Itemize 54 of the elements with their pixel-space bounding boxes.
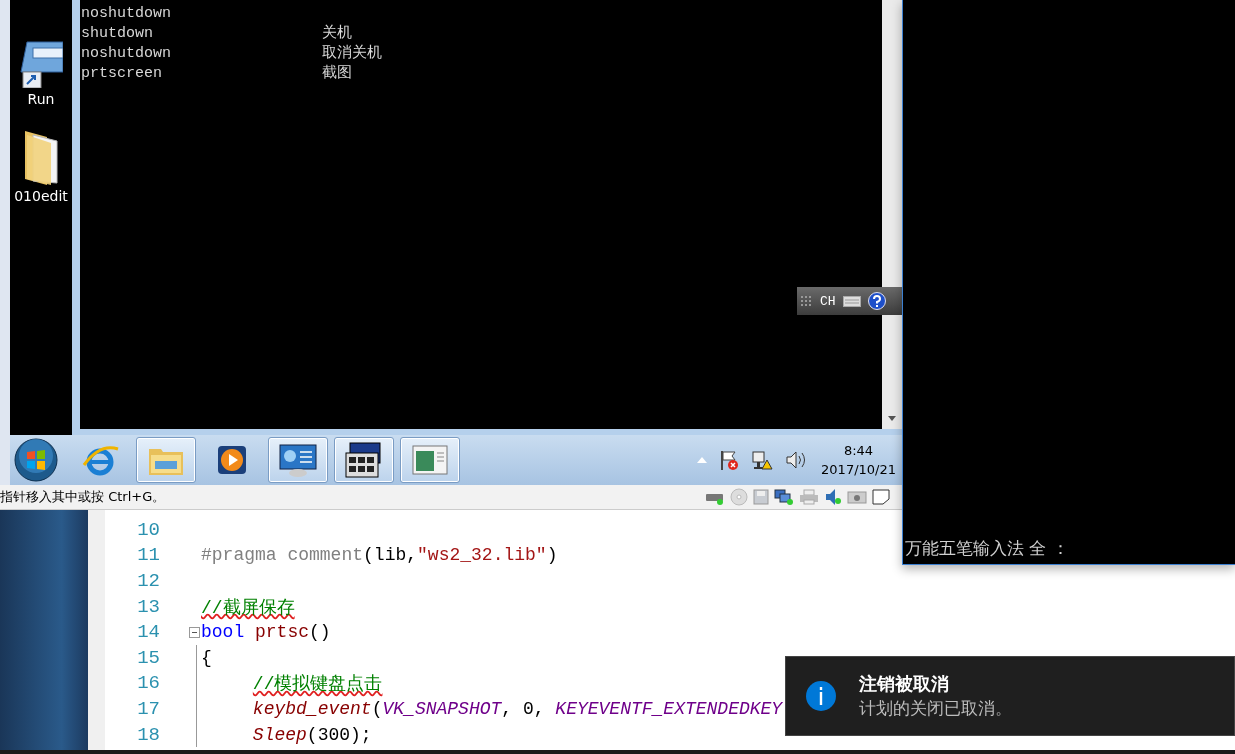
line-number: 10: [136, 518, 160, 541]
start-button[interactable]: [14, 438, 58, 482]
line-number: 16: [136, 672, 160, 695]
volume-icon[interactable]: [785, 450, 808, 470]
command-text: noshutdown: [81, 4, 172, 24]
taskbar-button[interactable]: [268, 437, 328, 483]
code-line: //模拟键盘点击: [251, 673, 383, 696]
info-icon: [805, 680, 837, 712]
command-description: 取消关机: [322, 44, 382, 64]
flag-icon[interactable]: [719, 449, 740, 471]
scrollbar[interactable]: [882, 0, 902, 429]
speaker-icon[interactable]: [824, 488, 842, 506]
line-number: 11: [136, 544, 160, 567]
command-text: noshutdown: [81, 44, 172, 64]
line-number: 14: [136, 621, 160, 644]
grip-icon[interactable]: [801, 295, 813, 307]
taskbar-button[interactable]: [334, 437, 394, 483]
run-shortcut-icon[interactable]: [19, 38, 63, 88]
code-line: bool prtsc(): [201, 622, 331, 643]
code-line: keybd_event(VK_SNAPSHOT, 0, KEYEVENTF_EXTENDEDKEY: [251, 698, 783, 719]
collapse-icon[interactable]: [189, 626, 200, 638]
code-line: Sleep(300);: [251, 724, 372, 745]
network-icon[interactable]: [751, 449, 774, 471]
desktop-icon-label: 010edit: [14, 188, 68, 204]
input-language[interactable]: CH: [820, 293, 836, 309]
code-line: {: [201, 647, 212, 668]
command-description: 截图: [322, 64, 352, 84]
notification-title: 注销被取消: [859, 672, 950, 696]
code-line: //截屏保存: [201, 596, 295, 619]
command-text: shutdown: [81, 24, 154, 44]
notification-message: 计划的关闭已取消。: [859, 697, 1012, 720]
keyboard-icon[interactable]: [842, 295, 861, 307]
monitor-icon: [278, 443, 318, 477]
help-icon[interactable]: [867, 292, 886, 310]
line-number: 12: [136, 570, 160, 592]
camera-icon[interactable]: [847, 490, 867, 504]
status-hint: 指针移入其中或按 Ctrl+G。: [0, 488, 166, 506]
line-number: 18: [136, 723, 160, 746]
command-text: prtscreen: [81, 64, 163, 84]
code-line: #pragma comment(lib,"ws2_32.lib"): [201, 545, 558, 566]
network-adapter-icon[interactable]: [774, 488, 794, 506]
line-number: 15: [136, 646, 160, 669]
notification-toast[interactable]: 注销被取消 计划的关闭已取消。: [785, 656, 1235, 736]
command-description: 关机: [322, 24, 352, 44]
desktop-icon-label: Run: [27, 91, 55, 107]
window-icon: [412, 445, 448, 475]
play-icon: [215, 443, 249, 477]
ime-status-text: 万能五笔输入法 全 ：: [905, 537, 1069, 560]
note-icon[interactable]: [872, 489, 890, 505]
scroll-down-icon[interactable]: [888, 416, 896, 421]
terminal-icon: [344, 441, 384, 479]
line-number: 13: [136, 595, 160, 618]
clock[interactable]: 8:44 2017/10/21: [819, 441, 898, 479]
line-number: 17: [136, 697, 160, 720]
